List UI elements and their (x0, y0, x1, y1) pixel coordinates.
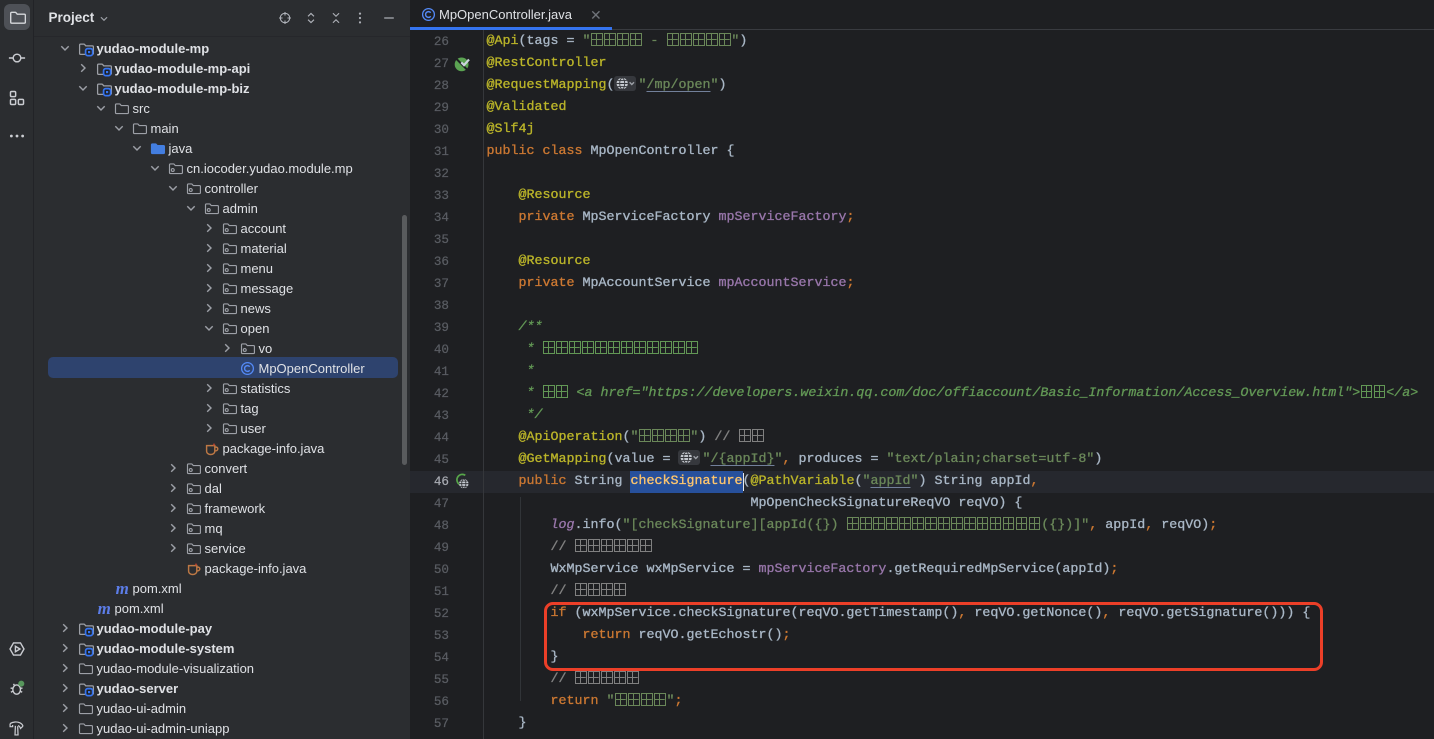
svg-text:m: m (97, 601, 110, 617)
svg-text:m: m (115, 581, 128, 597)
